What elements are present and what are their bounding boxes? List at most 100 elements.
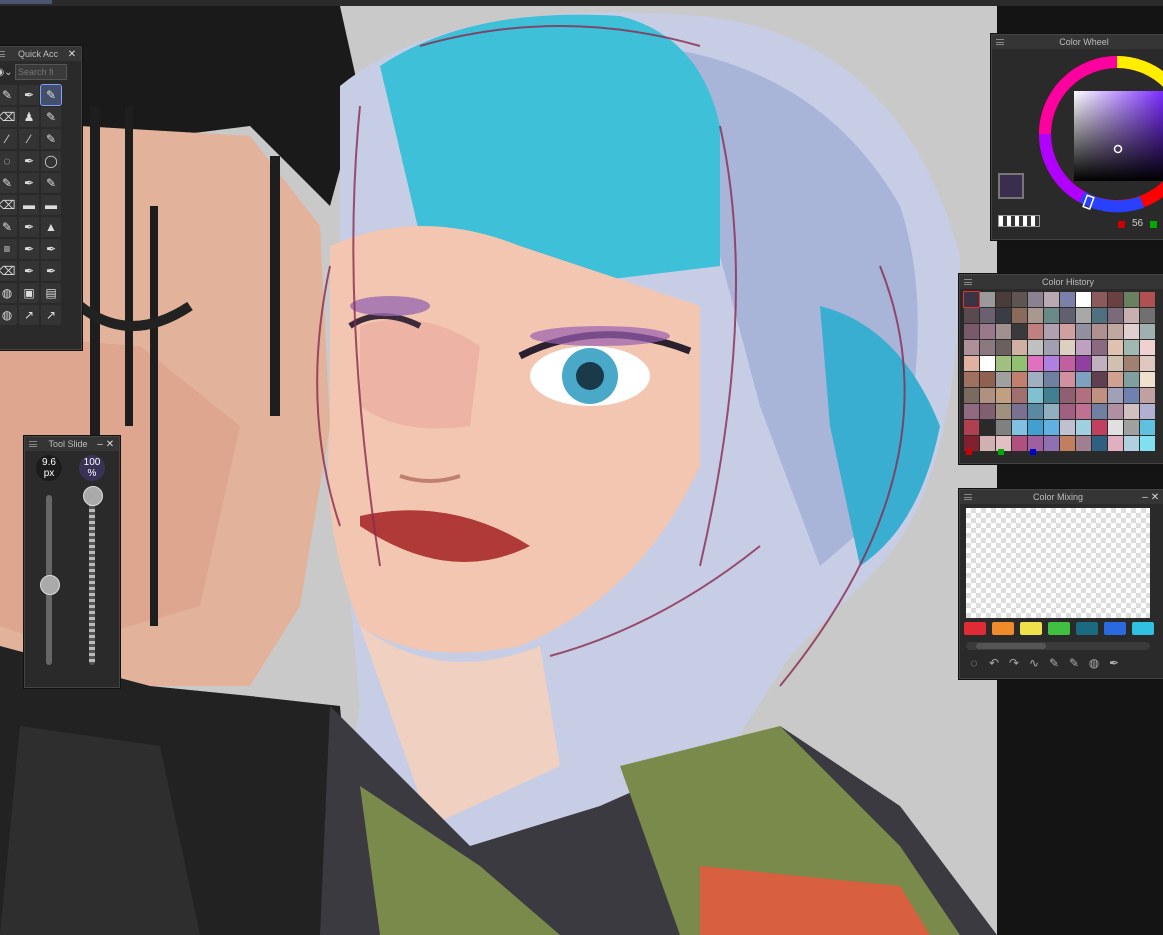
quick-access-tool-icon[interactable]: ♟ [19,107,39,127]
quick-access-tool-icon[interactable]: ✒ [19,173,39,193]
color-history-swatch[interactable] [1108,324,1123,339]
color-history-swatch[interactable] [964,308,979,323]
drawing-canvas[interactable] [0,6,997,935]
color-history-swatch[interactable] [1076,436,1091,451]
mixing-tool-icon[interactable]: ✎ [1066,656,1082,670]
quick-access-tool-icon[interactable]: ∕ [0,129,17,149]
color-history-swatch[interactable] [1092,388,1107,403]
color-history-swatch[interactable] [996,404,1011,419]
color-history-swatch[interactable] [1060,324,1075,339]
color-history-swatch[interactable] [1140,308,1155,323]
color-history-swatch[interactable] [1092,324,1107,339]
color-history-swatch[interactable] [1012,436,1027,451]
color-history-swatch[interactable] [1124,356,1139,371]
color-history-swatch[interactable] [1044,308,1059,323]
mixing-tool-icon[interactable]: ✒ [1106,656,1122,670]
color-history-swatch[interactable] [980,308,995,323]
color-history-header[interactable]: Color History [960,275,1163,289]
color-history-swatch[interactable] [1044,420,1059,435]
quick-access-tool-icon[interactable]: ✎ [0,173,17,193]
color-history-swatch[interactable] [1140,372,1155,387]
quick-access-tool-icon[interactable]: ▬ [41,195,61,215]
quick-access-tool-icon[interactable]: ✒ [41,261,61,281]
quick-access-tool-icon[interactable]: ▲ [41,217,61,237]
color-history-swatch[interactable] [1012,340,1027,355]
color-history-swatch[interactable] [964,420,979,435]
color-wheel-header[interactable]: Color Wheel [992,35,1163,49]
color-history-swatch[interactable] [980,372,995,387]
mixing-palette-swatch[interactable] [1132,622,1154,635]
mixing-palette-swatch[interactable] [1104,622,1126,635]
color-history-swatch[interactable] [1012,356,1027,371]
quick-access-tool-icon[interactable]: ✎ [0,85,17,105]
color-history-swatch[interactable] [1028,340,1043,355]
color-history-swatch[interactable] [1060,388,1075,403]
grip-icon[interactable] [964,494,972,500]
color-history-swatch[interactable] [1076,340,1091,355]
scrollbar-thumb[interactable] [976,643,1046,649]
color-history-swatch[interactable] [1140,388,1155,403]
color-history-swatch[interactable] [964,372,979,387]
color-history-swatch[interactable] [1140,292,1155,307]
color-history-swatch[interactable] [1108,420,1123,435]
color-history-swatch[interactable] [996,372,1011,387]
color-history-swatch[interactable] [1044,372,1059,387]
quick-access-tool-icon[interactable]: ↗ [19,305,39,325]
color-history-swatch[interactable] [1060,372,1075,387]
color-history-swatch[interactable] [1124,308,1139,323]
color-history-swatch[interactable] [980,404,995,419]
mixing-palette-swatch[interactable] [1048,622,1070,635]
color-history-swatch[interactable] [1044,356,1059,371]
grip-icon[interactable] [0,51,5,57]
main-color-swatch[interactable] [998,173,1024,199]
color-history-swatch[interactable] [1140,404,1155,419]
mixing-tool-icon[interactable]: ◍ [1086,656,1102,670]
color-history-swatch[interactable] [996,420,1011,435]
color-history-swatch[interactable] [1076,356,1091,371]
quick-access-tool-icon[interactable]: ✒ [19,261,39,281]
minimize-icon[interactable]: – [1140,492,1150,503]
quick-access-tool-icon[interactable]: ▬ [19,195,39,215]
brush-size-slider[interactable] [40,495,60,665]
color-history-swatch[interactable] [1012,372,1027,387]
color-history-swatch[interactable] [1012,404,1027,419]
color-history-swatch[interactable] [1140,356,1155,371]
color-history-swatch[interactable] [1028,420,1043,435]
color-history-swatch[interactable] [1108,388,1123,403]
close-icon[interactable]: ✕ [105,439,115,450]
color-history-swatch[interactable] [964,340,979,355]
color-history-swatch[interactable] [1092,292,1107,307]
color-history-swatch[interactable] [1060,292,1075,307]
color-history-swatch[interactable] [980,292,995,307]
quick-access-tool-icon[interactable]: ∕ [19,129,39,149]
close-icon[interactable]: ✕ [67,49,77,60]
color-history-swatch[interactable] [1092,404,1107,419]
tool-slider-header[interactable]: Tool Slide – ✕ [25,437,119,451]
color-history-swatch[interactable] [1012,324,1027,339]
color-history-swatch[interactable] [996,356,1011,371]
color-history-swatch[interactable] [1092,436,1107,451]
color-wheel[interactable] [992,49,1163,237]
color-history-swatch[interactable] [1108,292,1123,307]
color-history-swatch[interactable] [964,388,979,403]
color-history-swatch[interactable] [1060,340,1075,355]
quick-access-tool-icon[interactable]: ⌫ [0,107,17,127]
quick-access-tool-icon[interactable]: ◯ [41,151,61,171]
color-history-swatch[interactable] [1108,436,1123,451]
color-history-swatch[interactable] [1012,388,1027,403]
color-history-swatch[interactable] [1076,292,1091,307]
color-history-swatch[interactable] [996,292,1011,307]
document-tab[interactable] [0,0,52,4]
color-history-swatch[interactable] [1092,356,1107,371]
color-history-swatch[interactable] [1124,340,1139,355]
color-history-swatch[interactable] [1012,420,1027,435]
mixing-tool-icon[interactable]: ◌ [966,656,982,670]
brush-size-knob[interactable] [40,575,60,595]
color-history-swatch[interactable] [1124,324,1139,339]
quick-access-tool-icon[interactable]: ✎ [41,107,61,127]
color-history-swatch[interactable] [1140,340,1155,355]
color-history-swatch[interactable] [1044,404,1059,419]
mixing-palette-swatch[interactable] [964,622,986,635]
quick-access-tool-icon[interactable]: ↗ [41,305,61,325]
color-history-swatch[interactable] [980,324,995,339]
